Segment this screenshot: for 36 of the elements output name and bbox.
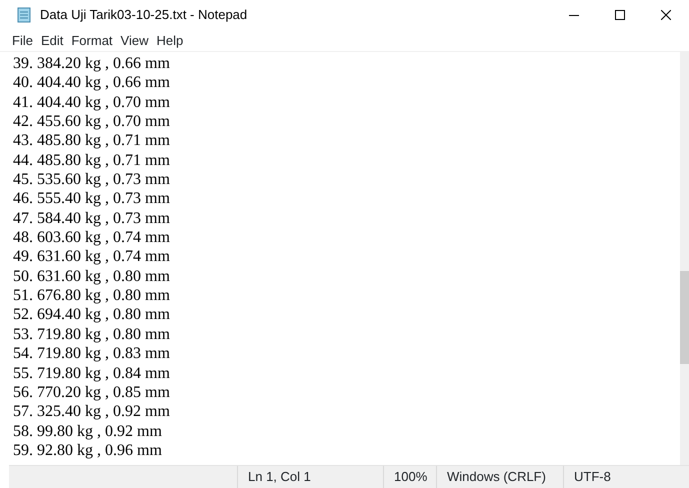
scrollbar[interactable]: [680, 52, 689, 465]
text-line: 58. 99.80 kg , 0.92 mm: [13, 422, 162, 440]
text-line: 57. 325.40 kg , 0.92 mm: [13, 403, 170, 420]
text-line: 41. 404.40 kg , 0.70 mm: [13, 94, 170, 111]
text-line: 49. 631.60 kg , 0.74 mm: [13, 248, 170, 266]
text-line: 40. 404.40 kg , 0.66 mm: [13, 74, 170, 92]
text-line: 46. 555.40 kg , 0.73 mm: [13, 190, 170, 208]
menu-item[interactable]: View: [116, 30, 152, 51]
text-line: 51. 676.80 kg , 0.80 mm: [13, 287, 170, 304]
scrollbar-thumb[interactable]: [680, 271, 689, 364]
text-line: 55. 719.80 kg , 0.84 mm: [13, 364, 170, 382]
menu-item[interactable]: Help: [152, 30, 188, 51]
text-line: 47. 584.40 kg , 0.73 mm: [13, 210, 170, 227]
status-text: 100%: [394, 469, 428, 484]
text-line: 54. 719.80 kg , 0.83 mm: [13, 345, 170, 362]
text-line: 56. 770.20 kg , 0.85 mm: [13, 384, 170, 401]
text-line: 48. 603.60 kg , 0.74 mm: [13, 229, 170, 246]
text-line: 45. 535.60 kg , 0.73 mm: [13, 171, 170, 188]
text-line: 43. 485.80 kg , 0.71 mm: [13, 132, 170, 150]
window-title: Data Uji Tarik03-10-25.txt - Notepad: [40, 6, 248, 24]
text-line: 39. 384.20 kg , 0.66 mm: [13, 55, 170, 72]
menu-item[interactable]: File: [8, 30, 37, 51]
menu-item[interactable]: Edit: [36, 30, 68, 51]
text-line: 42. 455.60 kg , 0.70 mm: [13, 113, 170, 130]
maximize-icon[interactable]: [615, 10, 625, 20]
notepad-icon: [16, 7, 32, 23]
text-line: 50. 631.60 kg , 0.80 mm: [13, 268, 170, 285]
status-text: Ln 1, Col 1: [248, 469, 311, 484]
text-line: 52. 694.40 kg , 0.80 mm: [13, 306, 170, 324]
close-icon[interactable]: [661, 10, 671, 20]
text-line: 44. 485.80 kg , 0.71 mm: [13, 152, 170, 169]
text-line: 53. 719.80 kg , 0.80 mm: [13, 326, 170, 343]
menu-item[interactable]: Format: [67, 30, 117, 51]
status-text: UTF-8: [574, 469, 611, 484]
status-text: Windows (CRLF): [447, 469, 546, 484]
text-line: 59. 92.80 kg , 0.96 mm: [13, 442, 162, 459]
